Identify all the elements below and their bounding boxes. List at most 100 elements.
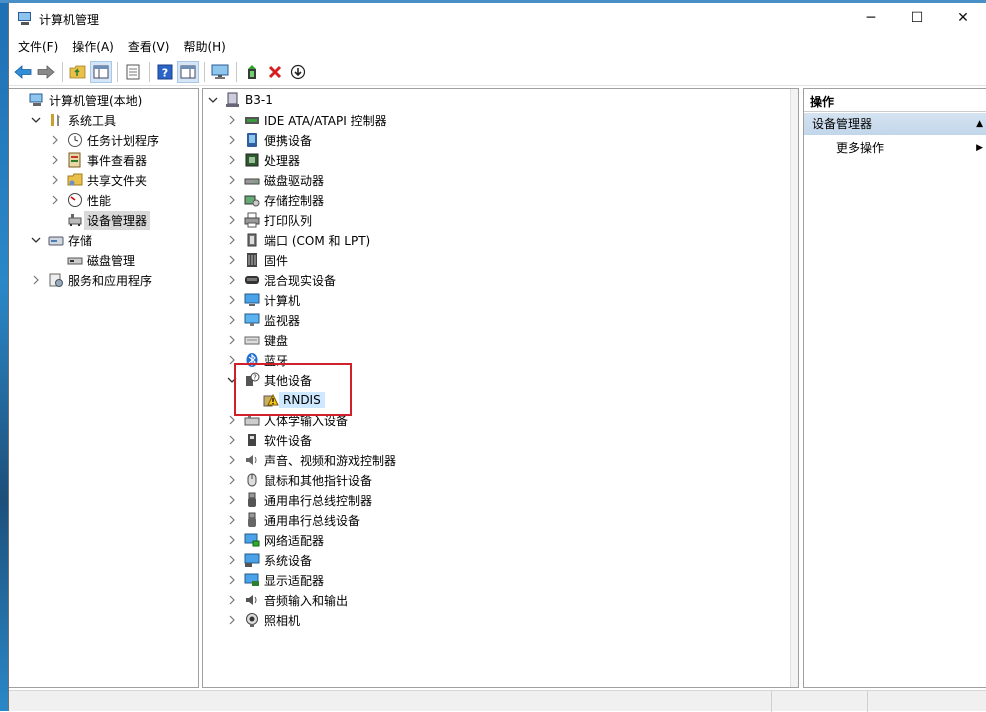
device-category[interactable]: 软件设备 (226, 430, 312, 450)
device-category[interactable]: 声音、视频和游戏控制器 (226, 450, 396, 470)
expand-chevron-icon[interactable] (226, 594, 238, 606)
expand-chevron-icon[interactable] (49, 154, 61, 166)
console-tree-item[interactable]: 系统工具 (30, 110, 116, 130)
expand-chevron-icon[interactable] (226, 534, 238, 546)
expand-chevron-icon[interactable] (226, 434, 238, 446)
expand-chevron-icon[interactable] (226, 254, 238, 266)
menu-action[interactable]: 操作(A) (65, 38, 121, 55)
performance-icon (67, 192, 83, 208)
menu-file[interactable]: 文件(F) (11, 38, 65, 55)
export-list-button[interactable] (122, 61, 144, 83)
device-category[interactable]: 端口 (COM 和 LPT) (226, 230, 370, 250)
device-category[interactable]: 网络适配器 (226, 530, 324, 550)
desktop-background (0, 0, 8, 711)
expand-chevron-icon[interactable] (49, 174, 61, 186)
device-category[interactable]: IDE ATA/ATAPI 控制器 (226, 110, 387, 130)
console-tree-item[interactable]: 共享文件夹 (49, 170, 147, 190)
device-category[interactable]: 固件 (226, 250, 288, 270)
help-button[interactable]: ? (154, 61, 176, 83)
expand-chevron-icon[interactable] (226, 134, 238, 146)
disable-device-button[interactable] (287, 61, 309, 83)
device-category[interactable]: 处理器 (226, 150, 300, 170)
console-tree-item[interactable]: 性能 (49, 190, 111, 210)
expand-chevron-icon[interactable] (49, 194, 61, 206)
collapse-chevron-icon[interactable] (207, 94, 219, 106)
actions-section-device-manager[interactable]: 设备管理器 ▲ (804, 113, 986, 135)
submenu-arrow-icon: ▶ (976, 143, 983, 153)
device-category[interactable]: 监视器 (226, 310, 300, 330)
expand-chevron-icon[interactable] (226, 474, 238, 486)
more-actions-item[interactable]: 更多操作 ▶ (804, 138, 986, 158)
expand-chevron-icon[interactable] (30, 274, 42, 286)
show-console-tree-button[interactable] (90, 60, 112, 83)
device-pane-scrollbar[interactable] (790, 89, 798, 687)
device-category[interactable]: 便携设备 (226, 130, 312, 150)
uninstall-device-button[interactable] (264, 61, 286, 83)
console-tree-item[interactable]: 设备管理器 (49, 210, 151, 230)
back-button[interactable] (12, 61, 34, 83)
menu-view[interactable]: 查看(V) (121, 38, 177, 55)
monitor-scan-icon (211, 64, 229, 79)
device-category[interactable]: 鼠标和其他指针设备 (226, 470, 372, 490)
expand-chevron-icon[interactable] (226, 314, 238, 326)
services-icon (49, 273, 63, 287)
expand-chevron-icon[interactable] (226, 294, 238, 306)
close-button[interactable]: ✕ (940, 3, 986, 33)
console-tree-icon (93, 65, 109, 78)
computer-icon (244, 293, 260, 306)
expand-chevron-icon[interactable] (226, 514, 238, 526)
device-category[interactable]: 系统设备 (226, 550, 312, 570)
console-tree-item[interactable]: 任务计划程序 (49, 130, 159, 150)
forward-button[interactable] (35, 61, 57, 83)
device-category[interactable]: 计算机 (226, 290, 300, 310)
back-arrow-icon (14, 64, 32, 79)
expand-chevron-icon[interactable] (226, 614, 238, 626)
device-category[interactable]: 音频输入和输出 (226, 590, 348, 610)
device-category[interactable]: 显示适配器 (226, 570, 324, 590)
collapse-chevron-icon[interactable] (30, 114, 42, 126)
system-device-icon (244, 553, 260, 567)
device-category[interactable]: 键盘 (226, 330, 288, 350)
expand-chevron-icon[interactable] (226, 334, 238, 346)
device-tree-root[interactable]: B3-1 (207, 90, 273, 110)
expand-chevron-icon[interactable] (226, 234, 238, 246)
scan-hardware-button[interactable] (209, 61, 231, 83)
console-tree-item[interactable]: 磁盘管理 (49, 250, 135, 270)
show-action-pane-button[interactable] (177, 60, 199, 83)
device-category[interactable]: 通用串行总线控制器 (226, 490, 372, 510)
up-folder-button[interactable] (67, 61, 89, 83)
device-category[interactable]: 磁盘驱动器 (226, 170, 324, 190)
expand-chevron-icon[interactable] (226, 154, 238, 166)
console-tree-item[interactable]: 服务和应用程序 (30, 270, 152, 290)
expand-chevron-icon[interactable] (226, 574, 238, 586)
tree-item-label: IDE ATA/ATAPI 控制器 (264, 113, 387, 128)
minimize-button[interactable]: ─ (848, 3, 894, 33)
menu-help[interactable]: 帮助(H) (176, 38, 232, 55)
expand-chevron-icon[interactable] (226, 214, 238, 226)
system-device-icon (244, 552, 260, 568)
device-category[interactable]: 打印队列 (226, 210, 312, 230)
collapse-up-icon[interactable]: ▲ (976, 113, 983, 135)
maximize-button[interactable]: ☐ (894, 3, 940, 33)
device-category[interactable]: 混合现实设备 (226, 270, 336, 290)
console-tree-item[interactable]: 存储 (30, 230, 92, 250)
device-category[interactable]: 通用串行总线设备 (226, 510, 360, 530)
update-driver-button[interactable] (241, 61, 263, 83)
expand-chevron-icon[interactable] (226, 554, 238, 566)
expand-chevron-icon[interactable] (226, 454, 238, 466)
device-category[interactable]: 存储控制器 (226, 190, 324, 210)
expand-chevron-icon[interactable] (226, 174, 238, 186)
services-icon (48, 272, 64, 288)
tree-item-label: 磁盘驱动器 (264, 173, 325, 188)
expand-chevron-icon[interactable] (226, 114, 238, 126)
console-tree-item[interactable]: 计算机管理(本地) (11, 90, 142, 110)
expand-chevron-icon[interactable] (49, 134, 61, 146)
expand-chevron-icon[interactable] (226, 194, 238, 206)
collapse-chevron-icon[interactable] (30, 234, 42, 246)
device-category[interactable]: 照相机 (226, 610, 300, 630)
expand-chevron-icon[interactable] (226, 274, 238, 286)
console-tree-item[interactable]: 事件查看器 (49, 150, 147, 170)
expand-chevron-icon[interactable] (226, 494, 238, 506)
